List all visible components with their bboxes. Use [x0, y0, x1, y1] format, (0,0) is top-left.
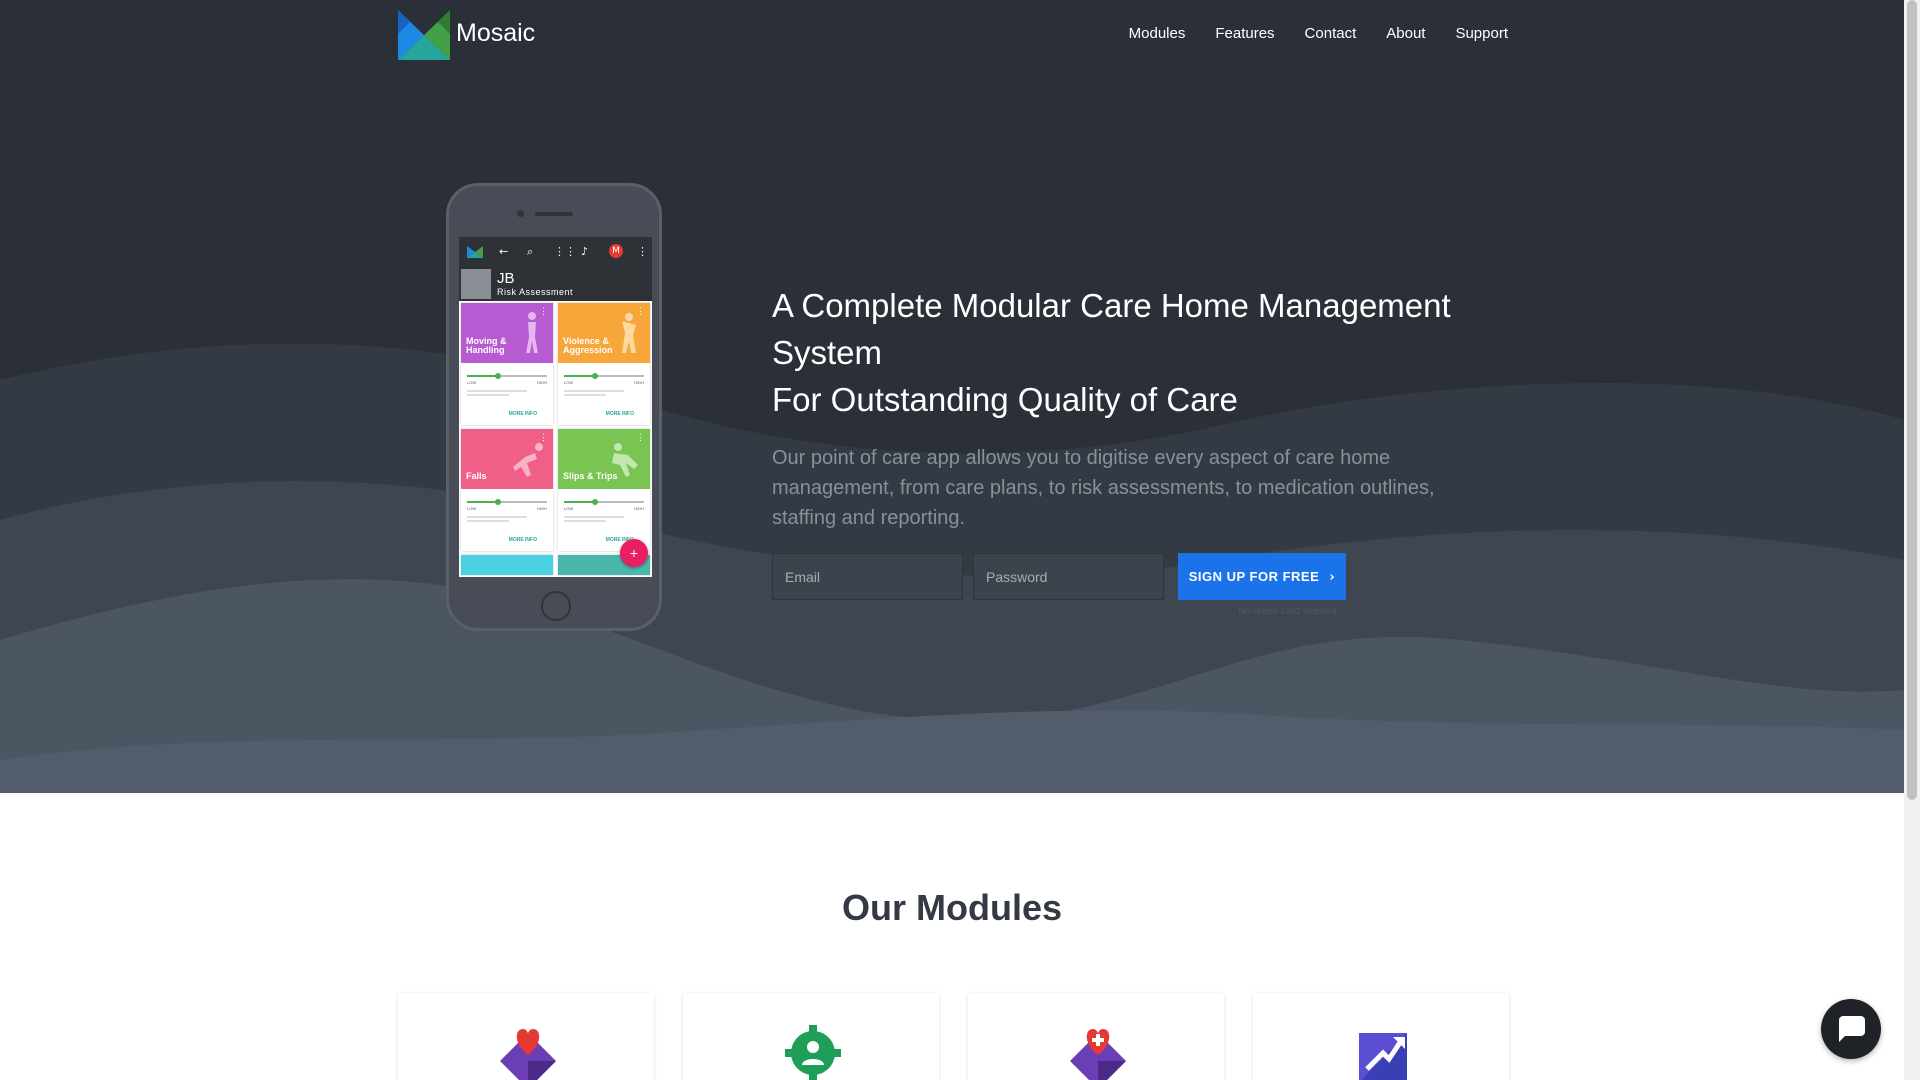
search-icon: ⌕	[527, 245, 534, 258]
scale-high-label: HIGH	[634, 506, 644, 511]
app-toolbar: ← ⌕ ⋮⋮ ♪ M ⋮	[459, 237, 652, 267]
nav-link-features[interactable]: Features	[1215, 25, 1274, 42]
module-card-2[interactable]	[683, 993, 939, 1080]
headline-line-3: For Outstanding Quality of Care	[772, 381, 1238, 418]
tile-slips-trips: ⋮ Slips & Trips LOW HIGH MORE INFO	[558, 429, 650, 551]
more-info-link: MORE INFO	[508, 537, 537, 543]
scale-low-label: LOW	[564, 380, 574, 385]
headline-line-2: System	[772, 334, 883, 371]
app-logo-icon	[467, 246, 483, 258]
bell-icon: ♪	[581, 245, 589, 258]
module-card-4[interactable]	[1253, 993, 1509, 1080]
risk-scale: LOW HIGH	[564, 506, 644, 511]
scale-high-label: HIGH	[537, 506, 547, 511]
risk-slider	[467, 373, 547, 379]
scale-high-label: HIGH	[537, 380, 547, 385]
signup-button[interactable]: SIGN UP FOR FREE ›	[1178, 553, 1346, 600]
chat-bubble-icon	[1839, 1016, 1865, 1042]
back-arrow-icon: ←	[499, 245, 509, 258]
tile-header: ⋮ Slips & Trips	[558, 429, 650, 489]
avatar	[461, 269, 491, 299]
user-initials: JB	[497, 270, 515, 287]
hero-section: Mosaic Modules Features Contact About Su…	[0, 0, 1904, 793]
brand-name[interactable]: Mosaic	[456, 19, 535, 48]
add-fab-button: +	[620, 539, 648, 567]
modules-title: Our Modules	[841, 887, 1062, 928]
tile-title: Moving & Handling	[466, 336, 507, 355]
tile-moving-handling: ⋮ Moving & Handling LOW HIGH MORE INFO	[461, 303, 553, 425]
phone-screen: ← ⌕ ⋮⋮ ♪ M ⋮ JB Risk Assessment ⋮ Moving…	[459, 237, 652, 577]
risk-slider	[564, 373, 644, 379]
tile-title: Slips & Trips	[563, 471, 618, 481]
risk-scale: LOW HIGH	[467, 506, 547, 511]
hero-headline: A Complete Modular Care Home Management …	[772, 282, 1492, 423]
scale-high-label: HIGH	[634, 380, 644, 385]
risk-slider	[467, 499, 547, 505]
tile-header: ⋮ Moving & Handling	[461, 303, 553, 363]
nav-link-modules[interactable]: Modules	[1129, 25, 1186, 42]
more-vert-icon: ⋮	[637, 245, 648, 258]
gear-person-icon	[785, 1025, 841, 1080]
tile-partial	[461, 555, 553, 575]
top-nav: Mosaic Modules Features Contact About Su…	[398, 10, 1508, 60]
module-card-3[interactable]	[968, 993, 1224, 1080]
user-m-icon: M	[609, 244, 623, 258]
module-card-1[interactable]	[398, 993, 654, 1080]
nav-links: Modules Features Contact About Support	[1129, 25, 1508, 42]
scale-low-label: LOW	[467, 506, 477, 511]
headline-line-1: A Complete Modular Care Home Management	[772, 287, 1451, 324]
nav-link-support[interactable]: Support	[1455, 25, 1508, 42]
screen-title: Risk Assessment	[497, 287, 574, 297]
apps-grid-icon: ⋮⋮	[554, 245, 576, 258]
tile-title: Falls	[466, 471, 487, 481]
signup-label: SIGN UP FOR FREE	[1188, 568, 1320, 584]
heart-diamond-icon	[500, 1029, 556, 1080]
phone-home-button	[541, 591, 571, 621]
scale-low-label: LOW	[467, 380, 477, 385]
chat-widget-button[interactable]	[1821, 999, 1881, 1059]
risk-scale: LOW HIGH	[564, 380, 644, 385]
password-input[interactable]	[973, 553, 1164, 600]
tile-description	[564, 516, 624, 524]
more-info-link: MORE INFO	[605, 411, 634, 417]
page: Mosaic Modules Features Contact About Su…	[0, 0, 1904, 1080]
page-scrollbar[interactable]	[1904, 0, 1920, 1080]
nav-link-contact[interactable]: Contact	[1305, 25, 1357, 42]
scrollbar-thumb[interactable]	[1907, 0, 1917, 800]
tile-description	[467, 390, 527, 398]
tile-title: Violence & Aggression	[563, 336, 613, 355]
hero-lead: Our point of care app allows you to digi…	[772, 447, 1435, 529]
risk-scale: LOW HIGH	[467, 380, 547, 385]
app-user-header: JB Risk Assessment	[459, 267, 652, 301]
nav-link-about[interactable]: About	[1386, 25, 1425, 42]
tile-description	[467, 516, 527, 524]
scale-low-label: LOW	[564, 506, 574, 511]
tile-falls: ⋮ Falls LOW HIGH MORE INFO	[461, 429, 553, 551]
risk-slider	[564, 499, 644, 505]
tile-header: ⋮ Falls	[461, 429, 553, 489]
chevron-right-icon: ›	[1329, 569, 1336, 585]
phone-camera	[517, 210, 524, 217]
trend-arrow-icon	[1359, 1033, 1407, 1080]
no-credit-card-note: No credit card needed	[1238, 606, 1337, 617]
email-input[interactable]	[772, 553, 963, 600]
phone-speaker	[535, 212, 573, 216]
mosaic-logo-icon[interactable]	[398, 10, 450, 60]
phone-mockup: ← ⌕ ⋮⋮ ♪ M ⋮ JB Risk Assessment ⋮ Moving…	[446, 183, 662, 631]
tile-violence-aggression: ⋮ Violence & Aggression LOW HIGH MORE INF…	[558, 303, 650, 425]
tile-header: ⋮ Violence & Aggression	[558, 303, 650, 363]
tile-description	[564, 390, 624, 398]
more-info-link: MORE INFO	[508, 411, 537, 417]
medical-cross-diamond-icon	[1070, 1029, 1126, 1080]
